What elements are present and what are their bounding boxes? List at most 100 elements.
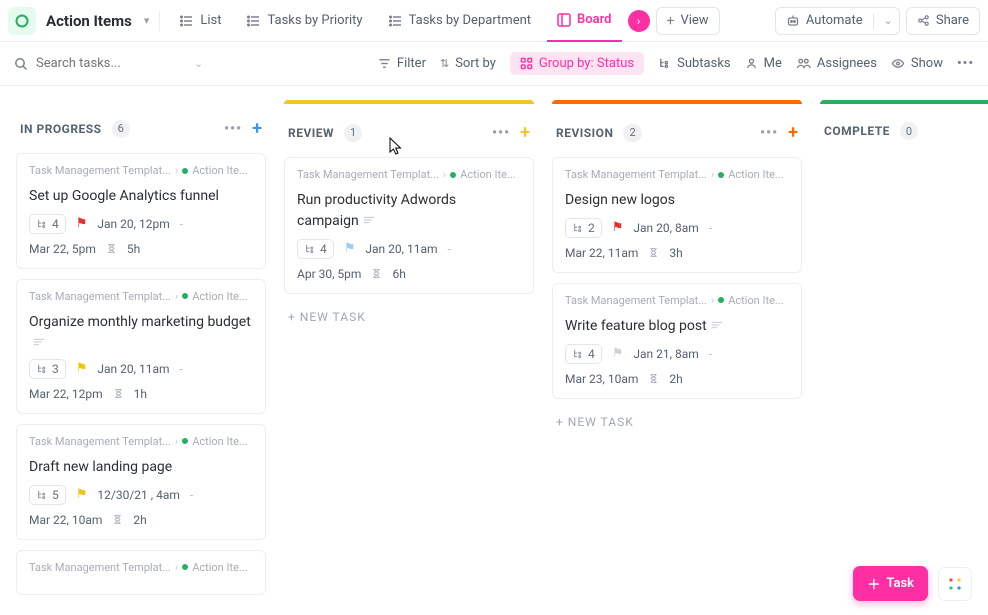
column-add[interactable]: +	[252, 118, 262, 139]
card-row: 4⚑Jan 21, 8am-	[565, 344, 789, 364]
view-tab-list[interactable]: List	[170, 0, 231, 42]
card-title: Draft new landing page	[29, 459, 172, 475]
new-task-fab[interactable]: ＋ Task	[853, 566, 928, 601]
column-count: 1	[344, 124, 362, 142]
card-title-wrap: Write feature blog post	[565, 315, 789, 336]
card-est: 6h	[392, 267, 405, 281]
column-header: REVIEW 1 ••• +	[284, 114, 534, 147]
subtask-count[interactable]: 3	[29, 359, 66, 379]
card-title: Organize monthly marketing budget	[29, 314, 251, 330]
more-options[interactable]: •••	[957, 56, 974, 71]
task-card[interactable]: Task Management Templat...›Action Ite...	[16, 550, 266, 595]
search-input[interactable]	[36, 56, 186, 71]
card-row: 5⚑12/30/21 , 4am-	[29, 485, 253, 505]
new-task-button[interactable]: + NEW TASK	[284, 304, 534, 330]
list-icon	[389, 14, 403, 28]
subtasks-label: Subtasks	[677, 56, 731, 71]
column-more[interactable]: •••	[492, 125, 510, 141]
view-tab-label: List	[200, 13, 221, 28]
subtask-count[interactable]: 4	[565, 344, 602, 364]
subtask-count[interactable]: 2	[565, 218, 602, 238]
task-card[interactable]: Task Management Templat...›Action Ite...…	[16, 279, 266, 414]
column-name: IN PROGRESS	[20, 122, 102, 136]
subtask-count[interactable]: 5	[29, 485, 66, 505]
card-due: 12/30/21 , 4am	[97, 488, 179, 502]
assignees-button[interactable]: Assignees	[796, 56, 877, 71]
column-add[interactable]: +	[520, 122, 530, 143]
filter-button[interactable]: Filter	[378, 56, 426, 71]
column-count: 2	[623, 124, 641, 142]
subtask-count[interactable]: 4	[29, 214, 66, 234]
column-header: REVISION 2 ••• +	[552, 114, 802, 147]
hourglass-icon	[112, 514, 123, 525]
plus-icon: ＋	[867, 574, 880, 593]
task-card[interactable]: Task Management Templat...›Action Ite...…	[552, 283, 802, 399]
card-breadcrumb: Task Management Templat...›Action Ite...	[29, 435, 253, 448]
next-view-button[interactable]: ›	[628, 10, 650, 32]
sort-button[interactable]: ⇅ Sort by	[440, 56, 496, 71]
card-breadcrumb: Task Management Templat...›Action Ite...	[29, 290, 253, 303]
apps-button[interactable]	[938, 567, 972, 601]
card-est: 1h	[134, 387, 147, 401]
column-accent	[820, 100, 988, 104]
new-task-button[interactable]: + NEW TASK	[552, 409, 802, 435]
chevron-down-icon[interactable]: ⌄	[194, 57, 203, 70]
column-count: 6	[112, 120, 130, 138]
card-title: Design new logos	[565, 192, 675, 208]
card-footer: Mar 23, 10am2h	[565, 372, 789, 386]
subtasks-button[interactable]: Subtasks	[658, 56, 731, 71]
share-label: Share	[936, 13, 969, 28]
subtask-count[interactable]: 4	[297, 239, 334, 259]
column-header: IN PROGRESS 6 ••• +	[16, 110, 266, 143]
view-tab-department[interactable]: Tasks by Department	[379, 0, 541, 42]
column-revision: REVISION 2 ••• + Task Management Templat…	[552, 100, 802, 555]
share-button[interactable]: Share	[906, 7, 980, 35]
me-button[interactable]: Me	[745, 56, 782, 71]
card-date: Mar 22, 11am	[565, 246, 638, 260]
automate-button[interactable]: Automate ⌄	[775, 7, 900, 35]
people-icon	[796, 57, 811, 70]
sort-icon: ⇅	[440, 57, 449, 70]
card-title-wrap: Set up Google Analytics funnel	[29, 185, 253, 206]
card-est: 2h	[133, 513, 146, 527]
card-breadcrumb: Task Management Templat...›Action Ite...	[297, 168, 521, 181]
view-tab-board[interactable]: Board	[547, 0, 621, 42]
task-card[interactable]: Task Management Templat...›Action Ite...…	[552, 157, 802, 273]
show-button[interactable]: Show	[891, 56, 943, 71]
column-accent	[284, 100, 534, 104]
card-date: Mar 22, 5pm	[29, 242, 96, 256]
card-breadcrumb: Task Management Templat...›Action Ite...	[29, 561, 253, 574]
top-bar: Action Items ▾ List Tasks by Priority Ta…	[0, 0, 988, 42]
chevron-down-icon[interactable]: ▾	[144, 14, 150, 27]
card-row: 4⚑Jan 20, 12pm-	[29, 214, 253, 234]
task-card[interactable]: Task Management Templat...›Action Ite...…	[16, 153, 266, 269]
card-row: 3⚑Jan 20, 11am-	[29, 359, 253, 379]
column-more[interactable]: •••	[224, 121, 242, 137]
column-more[interactable]: •••	[760, 125, 778, 141]
card-est: 3h	[669, 246, 682, 260]
assignees-label: Assignees	[817, 56, 877, 71]
task-card[interactable]: Task Management Templat...›Action Ite...…	[16, 424, 266, 540]
task-card[interactable]: Task Management Templat...›Action Ite...…	[284, 157, 534, 294]
list-title[interactable]: Action Items	[42, 12, 136, 30]
card-due: Jan 20, 11am	[97, 362, 169, 376]
view-tab-label: Tasks by Department	[409, 13, 531, 28]
column-add[interactable]: +	[788, 122, 798, 143]
me-label: Me	[764, 56, 782, 71]
card-due: Jan 20, 8am	[633, 221, 698, 235]
list-icon	[247, 14, 261, 28]
show-label: Show	[911, 56, 943, 71]
view-tab-priority[interactable]: Tasks by Priority	[237, 0, 372, 42]
add-view-button[interactable]: + View	[656, 7, 720, 35]
chevron-right-icon: ›	[637, 14, 641, 28]
group-by-button[interactable]: Group by: Status	[510, 52, 644, 75]
app-logo	[8, 7, 36, 35]
chevron-down-icon[interactable]: ⌄	[884, 14, 893, 27]
card-title-wrap: Run productivity Adwords campaign	[297, 189, 521, 231]
priority-flag-icon: ⚑	[612, 346, 624, 361]
card-breadcrumb: Task Management Templat...›Action Ite...	[565, 168, 789, 181]
automate-label: Automate	[806, 13, 863, 28]
board[interactable]: IN PROGRESS 6 ••• + Task Management Temp…	[0, 86, 988, 615]
card-title-wrap: Design new logos	[565, 189, 789, 210]
plus-icon: +	[667, 13, 675, 29]
